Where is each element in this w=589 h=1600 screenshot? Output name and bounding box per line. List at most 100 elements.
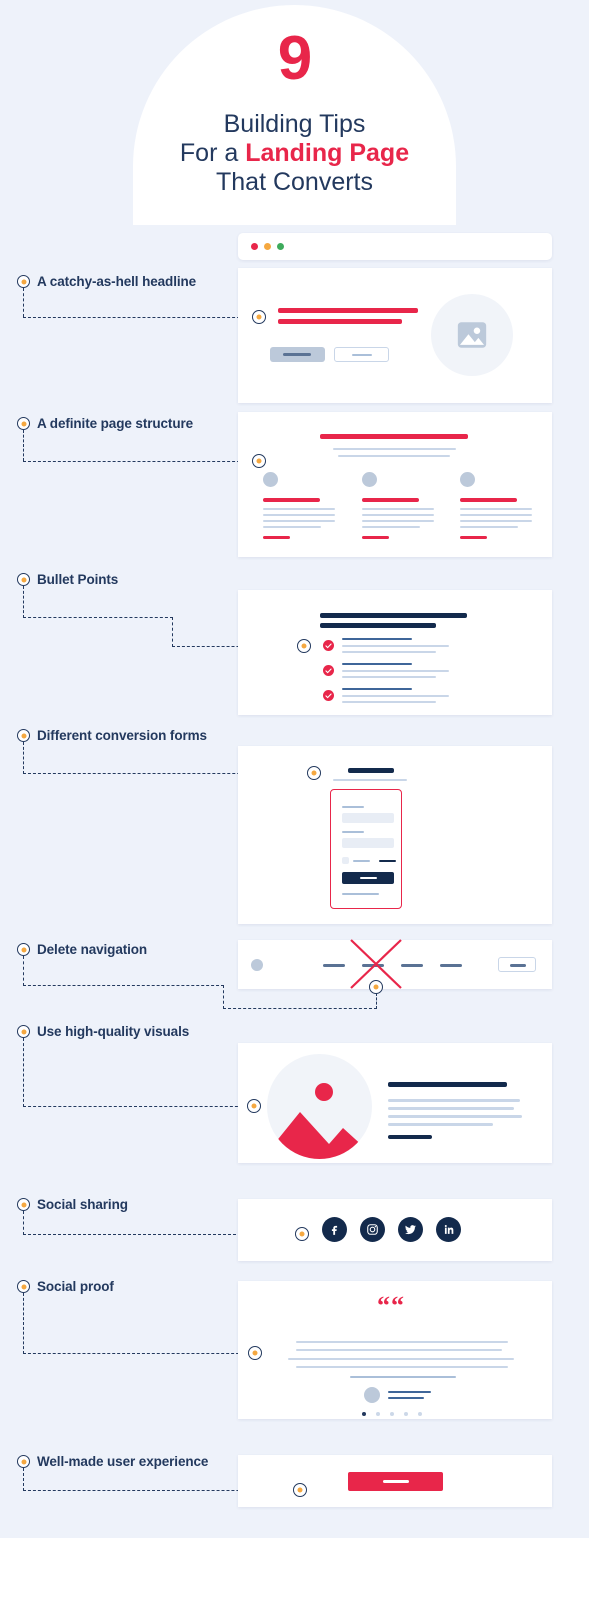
form-input-field[interactable]	[342, 813, 394, 823]
carousel-dot[interactable]	[404, 1412, 408, 1416]
structure-column-line	[362, 526, 420, 528]
navbar-link[interactable]	[323, 964, 345, 967]
structure-column-link[interactable]	[460, 536, 487, 539]
tip-card-1	[238, 268, 552, 403]
tip-card-7	[238, 1199, 552, 1261]
carousel-dot[interactable]	[418, 1412, 422, 1416]
pin-marker-icon	[17, 729, 30, 742]
tip-label-8-text: Social proof	[37, 1279, 114, 1294]
bullet-item-line	[342, 695, 449, 697]
pin-marker-icon	[17, 1280, 30, 1293]
carousel-dot[interactable]	[390, 1412, 394, 1416]
form-field-label	[342, 806, 364, 808]
form-heading-bar	[348, 768, 394, 773]
form-terms-link[interactable]	[379, 860, 396, 862]
traffic-light-minimize-icon[interactable]	[264, 243, 271, 250]
hero-primary-button-label	[283, 353, 311, 356]
connector-endpoint-7	[295, 1227, 309, 1241]
navbar-cta-button[interactable]	[498, 957, 536, 972]
infographic-page: 9 Building Tips For a Landing Page That …	[0, 0, 589, 1600]
carousel-dot-active[interactable]	[362, 1412, 366, 1416]
visual-link-bar[interactable]	[388, 1135, 432, 1139]
visual-heading-bar	[388, 1082, 507, 1087]
page-title-number: 9	[277, 24, 312, 93]
form-input-field[interactable]	[342, 838, 394, 848]
structure-column-line	[263, 508, 335, 510]
tip-label-4: Different conversion forms	[17, 728, 207, 743]
title-line-2-prefix: For a	[179, 139, 246, 167]
checkmark-icon	[323, 665, 334, 676]
pin-marker-icon	[17, 417, 30, 430]
testimonial-text-line	[296, 1366, 508, 1368]
twitter-icon[interactable]	[398, 1217, 423, 1242]
tip-label-1: A catchy-as-hell headline	[17, 274, 196, 289]
instagram-icon[interactable]	[360, 1217, 385, 1242]
traffic-light-maximize-icon[interactable]	[277, 243, 284, 250]
tip-card-3	[238, 590, 552, 715]
pin-marker-icon	[17, 1025, 30, 1038]
pin-marker-icon	[17, 573, 30, 586]
page-title: Building Tips For a Landing Page That Co…	[0, 110, 589, 197]
tip-label-3-text: Bullet Points	[37, 572, 119, 587]
connector-endpoint-6	[247, 1099, 261, 1113]
browser-chrome-bar	[238, 233, 552, 260]
visual-text-line	[388, 1123, 493, 1126]
tip-card-9	[238, 1455, 552, 1507]
form-subtext-line	[333, 779, 407, 781]
connector-endpoint-5	[369, 980, 383, 994]
structure-column-line	[362, 520, 434, 522]
linkedin-icon[interactable]	[436, 1217, 461, 1242]
carousel-dot[interactable]	[376, 1412, 380, 1416]
hero-secondary-button[interactable]	[334, 347, 389, 362]
ux-cta-button-label	[383, 1480, 409, 1483]
testimonial-text-line	[350, 1376, 456, 1378]
title-line-1: Building Tips	[223, 110, 366, 138]
bullet-item-line	[342, 651, 436, 653]
testimonial-avatar	[364, 1387, 380, 1403]
structure-subtext-line	[338, 455, 450, 457]
connector-endpoint-2	[252, 454, 266, 468]
structure-column-line	[460, 514, 532, 516]
connector-6-vertical	[23, 1038, 24, 1107]
structure-column-line	[263, 514, 335, 516]
connector-6-horizontal	[23, 1106, 248, 1107]
bullet-item-line	[342, 701, 436, 703]
hero-subheadline-bar	[278, 319, 402, 324]
connector-5-horizontal-b	[223, 1008, 377, 1009]
tip-card-4	[238, 746, 552, 924]
connector-9-vertical	[23, 1468, 24, 1491]
connector-4-vertical	[23, 742, 24, 774]
connector-1-horizontal	[23, 317, 255, 318]
structure-column-title	[460, 498, 517, 502]
tip-label-7-text: Social sharing	[37, 1197, 128, 1212]
tip-label-1-text: A catchy-as-hell headline	[37, 274, 197, 289]
connector-endpoint-4	[307, 766, 321, 780]
testimonial-text-line	[296, 1349, 502, 1351]
tip-card-6	[238, 1043, 552, 1163]
structure-column-link[interactable]	[263, 536, 290, 539]
structure-subtext-line	[333, 448, 456, 450]
testimonial-author-name	[388, 1391, 431, 1394]
facebook-icon[interactable]	[322, 1217, 347, 1242]
structure-column-link[interactable]	[362, 536, 389, 539]
structure-column-icon	[460, 472, 475, 487]
structure-column-icon	[362, 472, 377, 487]
form-checkbox[interactable]	[342, 857, 349, 864]
conversion-form-box[interactable]	[330, 789, 402, 909]
connector-1-vertical	[23, 288, 24, 317]
hero-primary-button[interactable]	[270, 347, 325, 362]
title-line-2-highlight: Landing Page	[245, 139, 410, 167]
form-submit-button[interactable]	[342, 872, 394, 884]
bullet-subheading-bar	[320, 623, 436, 628]
bullet-item-title	[342, 663, 412, 666]
tip-label-5-text: Delete navigation	[37, 942, 148, 957]
connector-5-vertical-c	[376, 993, 377, 1009]
traffic-light-close-icon[interactable]	[251, 243, 258, 250]
tip-label-9-text: Well-made user experience	[37, 1454, 209, 1469]
structure-column-title	[362, 498, 419, 502]
form-field-label	[342, 831, 364, 833]
title-line-2: For a Landing Page	[0, 139, 589, 168]
ux-cta-button[interactable]	[348, 1472, 443, 1491]
navbar-link[interactable]	[440, 964, 462, 967]
structure-column-line	[263, 526, 321, 528]
